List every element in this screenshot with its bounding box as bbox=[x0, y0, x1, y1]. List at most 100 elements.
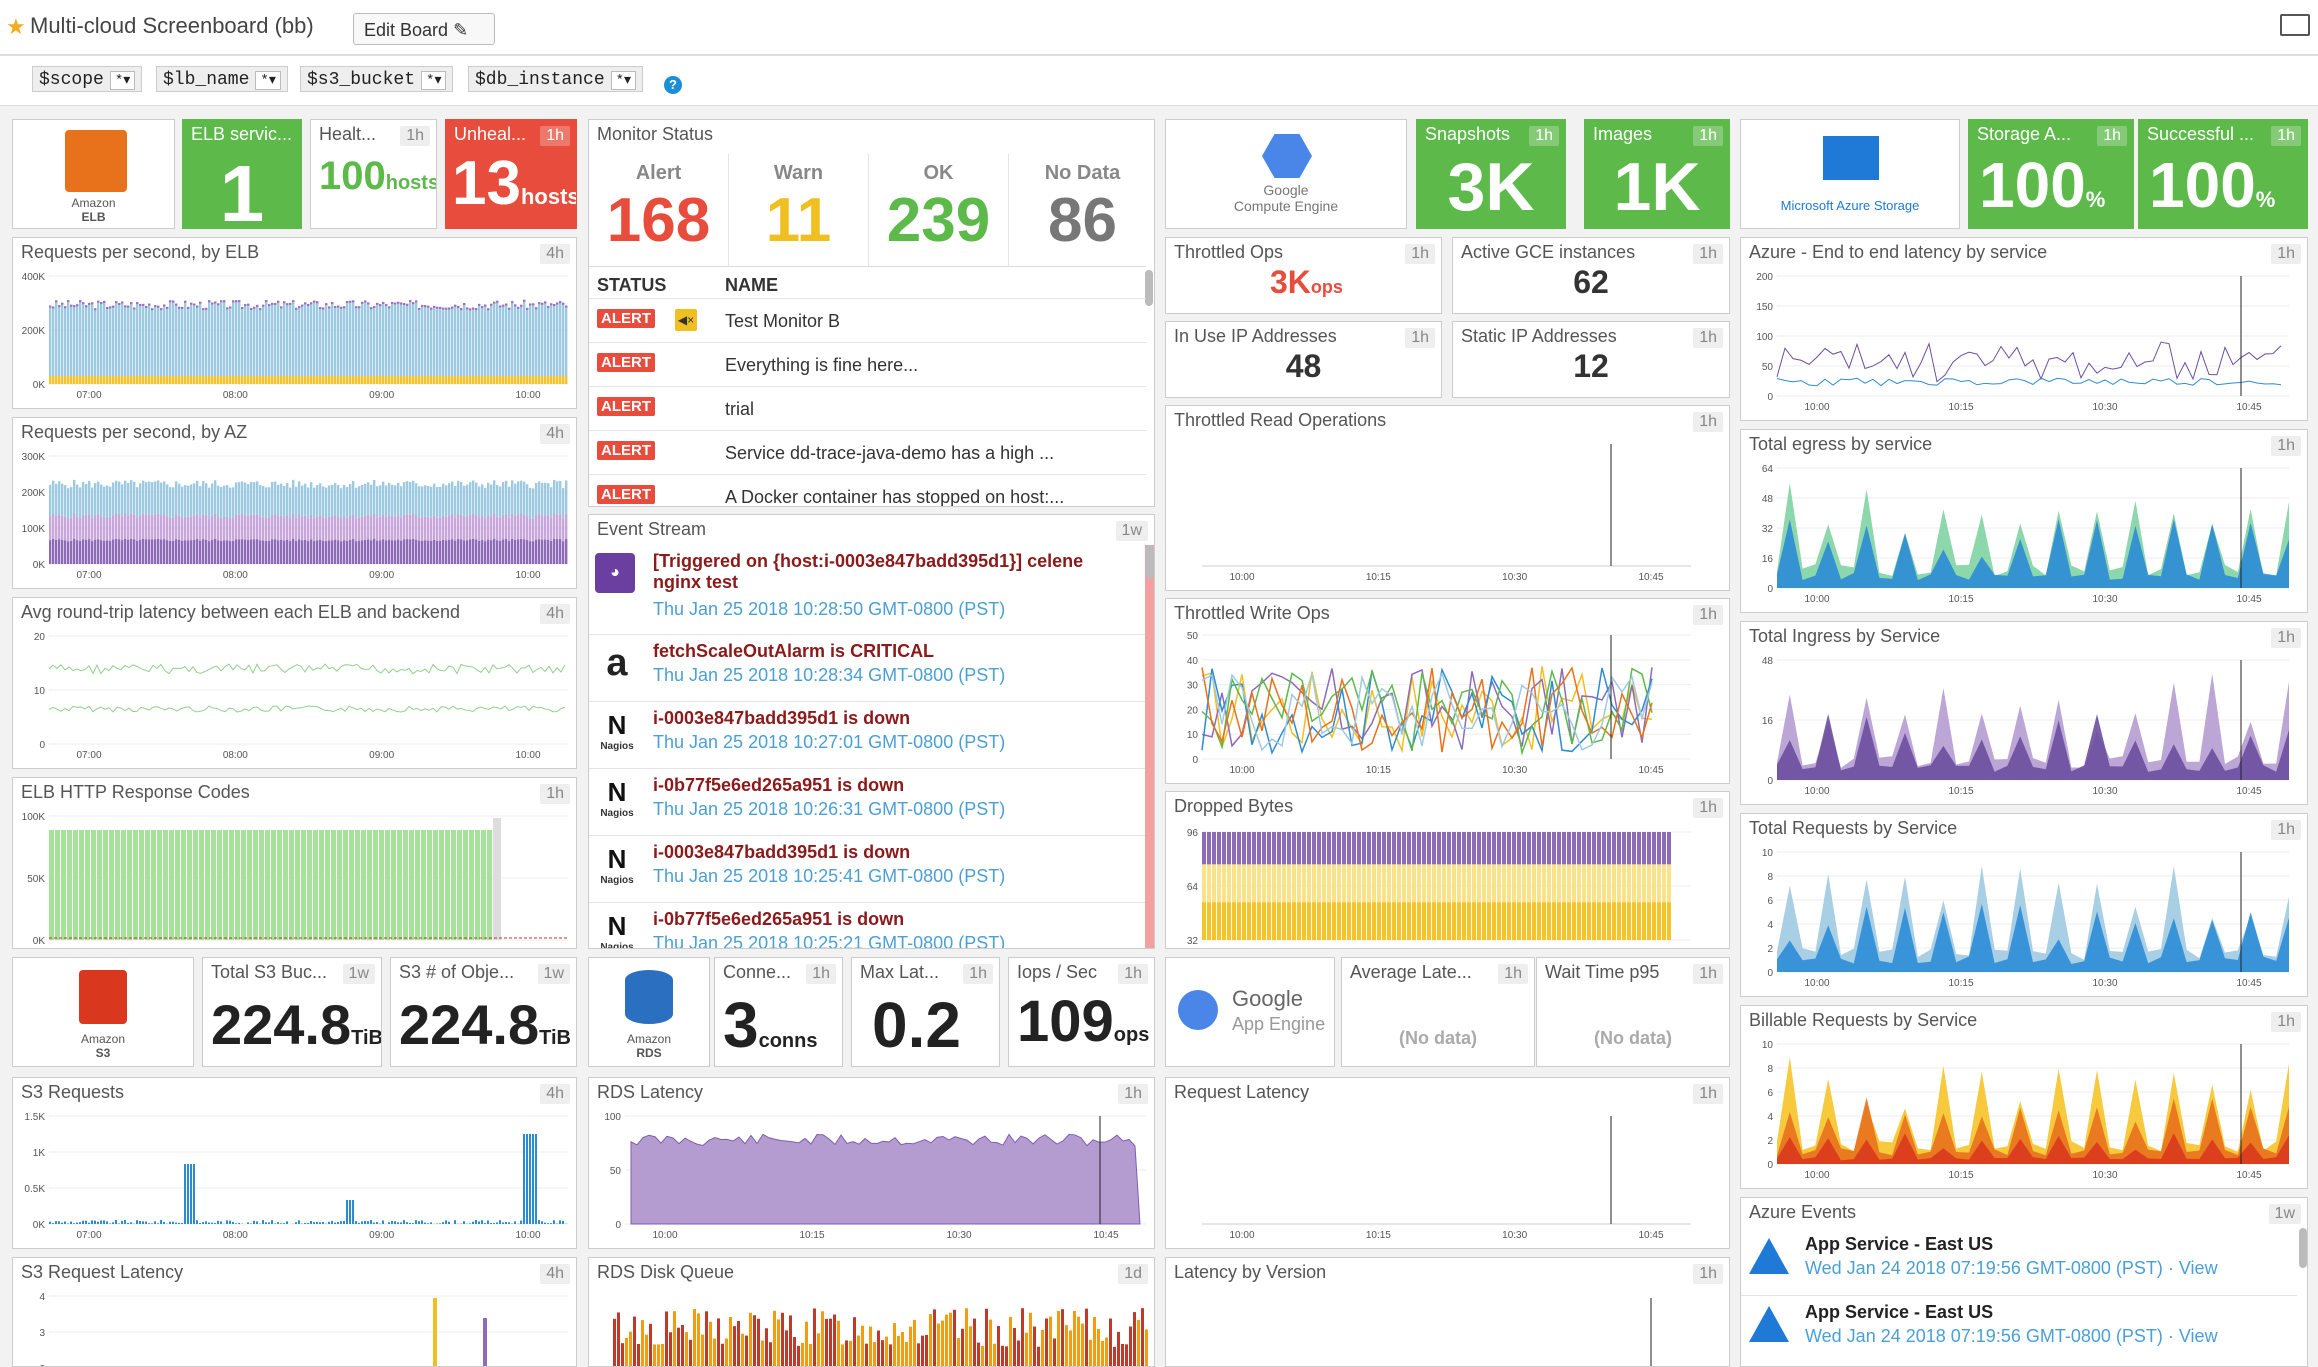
chart-mark bbox=[1382, 902, 1386, 940]
scrollbar[interactable] bbox=[1145, 270, 1153, 306]
event-item[interactable]: NNagios i-0b77f5e6ed265a951 is down Thu … bbox=[589, 903, 1145, 949]
var-selector[interactable]: *▾ bbox=[110, 71, 135, 90]
chart-mark bbox=[160, 308, 162, 310]
event-item[interactable]: NNagios i-0b77f5e6ed265a951 is down Thu … bbox=[589, 769, 1145, 836]
chart-mark bbox=[277, 830, 282, 940]
event-item[interactable]: NNagios i-0003e847badd395d1 is down Thu … bbox=[589, 836, 1145, 903]
chart-mark bbox=[1073, 1311, 1076, 1367]
chart-mark bbox=[529, 303, 531, 305]
inuse-ip-widget[interactable]: In Use IP Addresses 1h 48 bbox=[1165, 321, 1442, 398]
azure-ingress-widget[interactable]: Total Ingress by Service 1h 4816010:0010… bbox=[1740, 621, 2308, 805]
event-item[interactable]: NNagios i-0003e847badd395d1 is down Thu … bbox=[589, 702, 1145, 769]
view-link[interactable]: View bbox=[2179, 1258, 2218, 1278]
scroll-thumb[interactable] bbox=[1146, 545, 1154, 579]
logo-text: Nagios bbox=[595, 875, 639, 886]
var-selector[interactable]: *▾ bbox=[421, 71, 446, 90]
chart-mark bbox=[490, 304, 492, 384]
azure-events-widget[interactable]: Azure Events 1w App Service - East US We… bbox=[1740, 1197, 2308, 1367]
chart-mark bbox=[493, 302, 495, 304]
chart-mark bbox=[1577, 832, 1581, 864]
var-selector[interactable]: *▾ bbox=[611, 71, 636, 90]
rds-maxlat-widget[interactable]: Max Lat... 1h 0.2 bbox=[851, 957, 1000, 1067]
monitor-row[interactable]: ALERTA Docker container has stopped on h… bbox=[589, 474, 1146, 507]
event-item[interactable]: a fetchScaleOutAlarm is CRITICAL Thu Jan… bbox=[589, 635, 1145, 702]
var-scope[interactable]: $scope*▾ bbox=[32, 66, 142, 92]
throttled-read-widget[interactable]: Throttled Read Operations 1h 10:0010:151… bbox=[1165, 405, 1730, 591]
unhealthy-hosts-widget[interactable]: Unheal... 1h 13hosts bbox=[445, 119, 577, 229]
s3-total-widget[interactable]: Total S3 Buc... 1w 224.8TiB bbox=[202, 957, 382, 1067]
event-scrollbar[interactable] bbox=[1145, 545, 1155, 949]
gae-wait-time-widget[interactable]: Wait Time p95 1h (No data) bbox=[1536, 957, 1730, 1067]
var-selector[interactable]: *▾ bbox=[255, 71, 280, 90]
chart-mark bbox=[547, 306, 549, 308]
azure-requests-widget[interactable]: Total Requests by Service 1h 108642010:0… bbox=[1740, 813, 2308, 997]
dropped-bytes-widget[interactable]: Dropped Bytes 1h 966432 bbox=[1165, 791, 1730, 949]
chart-mark bbox=[307, 541, 309, 564]
azure-billable-widget[interactable]: Billable Requests by Service 1h 10864201… bbox=[1740, 1005, 2308, 1189]
view-link[interactable]: View bbox=[2179, 1326, 2218, 1346]
scrollbar[interactable] bbox=[2299, 1228, 2307, 1268]
rds-iops-widget[interactable]: Iops / Sec 1h 109ops bbox=[1008, 957, 1155, 1067]
azure-e2e-latency-widget[interactable]: Azure - End to end latency by service 1h… bbox=[1740, 237, 2308, 421]
active-gce-widget[interactable]: Active GCE instances 1h 62 bbox=[1452, 237, 1730, 314]
s3-latency-widget[interactable]: S3 Request Latency 4h 432 bbox=[12, 1257, 577, 1367]
tv-mode-icon[interactable] bbox=[2280, 14, 2310, 36]
images-widget[interactable]: Images 1h 1K bbox=[1584, 119, 1730, 229]
chart-mark bbox=[412, 302, 414, 384]
azure-egress-widget[interactable]: Total egress by service 1h 64483216010:0… bbox=[1740, 429, 2308, 613]
gae-avg-latency-widget[interactable]: Average Late... 1h (No data) bbox=[1341, 957, 1535, 1067]
throttled-ops-widget[interactable]: Throttled Ops 1h 3Kops bbox=[1165, 237, 1442, 314]
rps-by-elb-widget[interactable]: Requests per second, by ELB 4h 400K200K0… bbox=[12, 237, 577, 409]
alert-count[interactable]: Alert 168 bbox=[589, 154, 729, 266]
chart-mark bbox=[427, 541, 429, 564]
rds-latency-widget[interactable]: RDS Latency 1h 10050010:0010:1510:3010:4… bbox=[588, 1077, 1155, 1249]
var-s3-bucket[interactable]: $s3_bucket*▾ bbox=[300, 66, 453, 92]
star-icon[interactable]: ★ bbox=[6, 14, 26, 40]
chart-mark bbox=[328, 1222, 330, 1224]
chart-mark bbox=[64, 485, 66, 517]
elb-response-codes-widget[interactable]: ELB HTTP Response Codes 1h 100K50K0K bbox=[12, 777, 577, 949]
warn-count[interactable]: Warn 11 bbox=[729, 154, 869, 266]
monitor-row[interactable]: ALERTtrial bbox=[589, 386, 1146, 430]
ok-count[interactable]: OK 239 bbox=[869, 154, 1009, 266]
monitor-row[interactable]: ALERTEverything is fine here... bbox=[589, 342, 1146, 386]
monitor-row[interactable]: ALERTService dd-trace-java-demo has a hi… bbox=[589, 430, 1146, 474]
elb-latency-widget[interactable]: Avg round-trip latency between each ELB … bbox=[12, 597, 577, 769]
gae-latency-version-widget[interactable]: Latency by Version 1h bbox=[1165, 1257, 1730, 1367]
edit-board-button[interactable]: Edit Board ✎ bbox=[353, 13, 495, 45]
logo-text: Google bbox=[1166, 182, 1406, 198]
successful-requests-widget[interactable]: Successful ... 1h 100% bbox=[2138, 119, 2308, 229]
rps-by-az-widget[interactable]: Requests per second, by AZ 4h 300K200K10… bbox=[12, 417, 577, 589]
event-item[interactable]: ◕ [Triggered on {host:i-0003e847badd395d… bbox=[589, 545, 1145, 635]
chart-mark bbox=[370, 485, 372, 517]
gae-request-latency-widget[interactable]: Request Latency 1h 10:0010:1510:3010:45 bbox=[1165, 1077, 1730, 1249]
var-db-instance[interactable]: $db_instance*▾ bbox=[468, 66, 643, 92]
chart-mark bbox=[526, 540, 528, 564]
rds-conns-widget[interactable]: Conne... 1h 3conns bbox=[714, 957, 843, 1067]
chart-mark bbox=[76, 304, 78, 306]
chart-mark bbox=[1482, 832, 1486, 864]
chart-mark bbox=[502, 376, 504, 384]
throttled-write-widget[interactable]: Throttled Write Ops 1h 5040302010010:001… bbox=[1165, 598, 1730, 784]
snapshots-widget[interactable]: Snapshots 1h 3K bbox=[1416, 119, 1566, 229]
monitor-status-widget[interactable]: Monitor Status Alert 168 Warn 11 OK 239 … bbox=[588, 119, 1155, 507]
elb-services-widget[interactable]: ELB servic... 1 bbox=[182, 119, 302, 229]
static-ip-widget[interactable]: Static IP Addresses 1h 12 bbox=[1452, 321, 1730, 398]
help-icon[interactable]: ? bbox=[664, 76, 682, 94]
s3-requests-widget[interactable]: S3 Requests 4h 1.5K1K0.5K0K07:0008:0009:… bbox=[12, 1077, 577, 1249]
chart-mark bbox=[925, 1335, 928, 1367]
chart-mark bbox=[885, 1337, 888, 1367]
nodata-count[interactable]: No Data 86 bbox=[1009, 154, 1155, 266]
storage-availability-widget[interactable]: Storage A... 1h 100% bbox=[1968, 119, 2134, 229]
event-item[interactable]: App Service - East US Wed Jan 24 2018 07… bbox=[1741, 1228, 2297, 1296]
rds-disk-queue-widget[interactable]: RDS Disk Queue 1d bbox=[588, 1257, 1155, 1367]
chart-mark bbox=[244, 540, 246, 564]
chart-mark bbox=[677, 1328, 680, 1367]
healthy-hosts-widget[interactable]: Healt... 1h 100hosts bbox=[310, 119, 437, 229]
monitor-row[interactable]: ALERT◀×Test Monitor B bbox=[589, 298, 1146, 342]
s3-objects-widget[interactable]: S3 # of Obje... 1w 224.8TiB bbox=[390, 957, 577, 1067]
var-lb-name[interactable]: $lb_name*▾ bbox=[156, 66, 288, 92]
event-stream-widget[interactable]: Event Stream 1w ◕ [Triggered on {host:i-… bbox=[588, 514, 1155, 949]
chart-mark bbox=[175, 481, 177, 514]
chart-mark bbox=[298, 306, 300, 384]
